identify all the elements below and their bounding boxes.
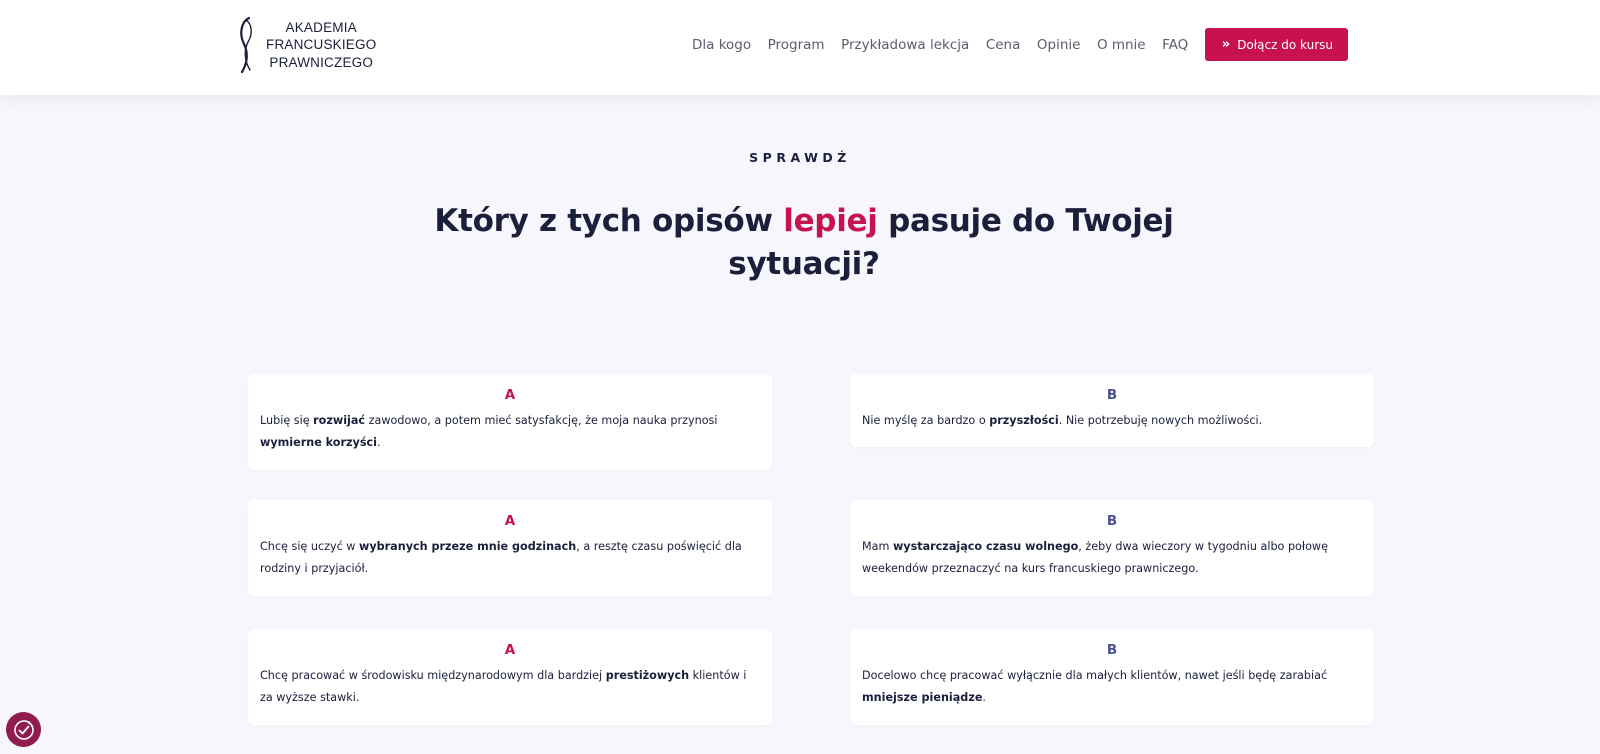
- logo-line: PRAWNICZEGO: [269, 54, 374, 70]
- option-text-run: Mam: [862, 540, 893, 553]
- option-text-emphasis: wymierne korzyści: [260, 436, 377, 449]
- cookie-settings-button[interactable]: [6, 712, 41, 747]
- nav-link-program[interactable]: Program: [768, 37, 825, 53]
- option-text-run: .: [376, 436, 381, 449]
- section-eyebrow: SPRAWDŹ: [749, 150, 851, 165]
- logo-mark-icon: [240, 16, 252, 74]
- nav-link-faq[interactable]: FAQ: [1162, 37, 1188, 53]
- option-text: Chcę się uczyć w wybranych przeze mnie g…: [260, 536, 760, 580]
- option-text: Nie myślę za bardzo o przyszłości. Nie p…: [862, 410, 1362, 432]
- option-text: Docelowo chcę pracować wyłącznie dla mał…: [862, 665, 1362, 709]
- option-letter: B: [1106, 513, 1118, 529]
- nav-link-opinie[interactable]: Opinie: [1037, 37, 1081, 53]
- option-text-emphasis: prestiżowych: [605, 669, 690, 682]
- option-text-emphasis: rozwijać: [313, 414, 366, 427]
- option-text-run: .: [982, 691, 986, 704]
- option-text-run: . Nie potrzebuję nowych możliwości.: [1058, 414, 1263, 427]
- option-text-emphasis: wybranych przeze mnie godzinach: [359, 540, 577, 553]
- option-letter: A: [504, 513, 516, 529]
- site-header: AKADEMIA FRANCUSKIEGO PRAWNICZEGO Dla ko…: [0, 0, 1600, 95]
- site-logo[interactable]: AKADEMIA FRANCUSKIEGO PRAWNICZEGO: [236, 16, 376, 74]
- option-text: Chcę pracować w środowisku międzynarodow…: [260, 665, 760, 709]
- chevron-double-right-icon: »: [1221, 37, 1231, 52]
- option-text-emphasis: wystarczająco czasu wolnego: [892, 540, 1079, 553]
- option-card-a: A Chcę pracować w środowisku międzynarod…: [248, 629, 772, 725]
- section-title: Który z tych opisów lepiej pasuje do Two…: [400, 200, 1208, 286]
- option-card-b: B Nie myślę za bardzo o przyszłości. Nie…: [850, 374, 1374, 447]
- logo-line: FRANCUSKIEGO: [266, 37, 377, 53]
- logo-text: AKADEMIA FRANCUSKIEGO PRAWNICZEGO: [266, 19, 376, 72]
- option-text-emphasis: przyszłości: [989, 414, 1059, 427]
- join-course-button[interactable]: » Dołącz do kursu: [1204, 28, 1348, 61]
- option-text-run: zawodowo, a potem mieć satysfakcję, że m…: [365, 414, 718, 427]
- option-text-run: Lubię się: [260, 414, 314, 427]
- option-letter: B: [1106, 642, 1118, 658]
- option-card-a: A Chcę się uczyć w wybranych przeze mnie…: [248, 500, 772, 596]
- section-title-text: Który z tych opisów: [434, 203, 784, 239]
- join-course-label: Dołącz do kursu: [1237, 37, 1333, 52]
- option-text-run: Docelowo chcę pracować wyłącznie dla mał…: [862, 669, 1328, 682]
- option-card-a: A Lubię się rozwijać zawodowo, a potem m…: [248, 374, 772, 470]
- option-card-b: B Mam wystarczająco czasu wolnego, żeby …: [850, 500, 1374, 596]
- option-text: Lubię się rozwijać zawodowo, a potem mie…: [260, 410, 760, 454]
- option-card-b: B Docelowo chcę pracować wyłącznie dla m…: [850, 629, 1374, 725]
- nav-link-przykladowa-lekcja[interactable]: Przykładowa lekcja: [841, 37, 969, 53]
- option-text-emphasis: mniejsze pieniądze: [862, 691, 983, 704]
- main-nav: Dla kogo Program Przykładowa lekcja Cena…: [692, 28, 1348, 61]
- option-letter: A: [504, 642, 516, 658]
- option-text: Mam wystarczająco czasu wolnego, żeby dw…: [862, 536, 1362, 580]
- option-letter: B: [1106, 387, 1118, 403]
- nav-link-o-mnie[interactable]: O mnie: [1097, 37, 1146, 53]
- nav-link-dla-kogo[interactable]: Dla kogo: [692, 37, 751, 53]
- nav-link-cena[interactable]: Cena: [986, 37, 1021, 53]
- section-title-highlight: lepiej: [783, 203, 878, 239]
- option-text-run: Chcę się uczyć w: [260, 540, 360, 553]
- option-text-run: Chcę pracować w środowisku międzynarodow…: [260, 669, 606, 682]
- logo-line: AKADEMIA: [285, 19, 357, 35]
- option-text-run: Nie myślę za bardzo o: [862, 414, 990, 427]
- option-letter: A: [504, 387, 516, 403]
- cookie-consent-icon: [13, 719, 34, 740]
